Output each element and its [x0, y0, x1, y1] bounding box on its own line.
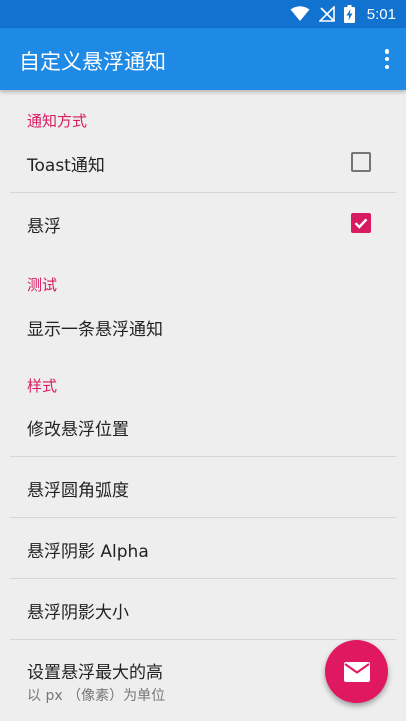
status-bar: 5:01: [0, 0, 406, 28]
section-header-style: 样式: [27, 377, 58, 395]
pref-label: 悬浮阴影 Alpha: [27, 542, 149, 562]
pref-label: 显示一条悬浮通知: [27, 320, 163, 340]
pref-label: 悬浮: [27, 217, 61, 237]
preference-list: 通知方式 Toast通知 悬浮 测试 显示一条悬浮通知 样式 修改悬浮位置 悬浮…: [0, 90, 406, 721]
pref-label: 悬浮圆角弧度: [27, 481, 129, 501]
pref-float-position[interactable]: 修改悬浮位置: [0, 398, 406, 456]
more-vert-icon[interactable]: [384, 49, 390, 69]
email-icon: [343, 661, 370, 682]
section-header-notify-mode: 通知方式: [27, 112, 88, 130]
pref-label: 设置悬浮最大的高: [27, 663, 163, 683]
status-icons: 5:01: [290, 3, 396, 25]
app-title: 自定义悬浮通知: [19, 50, 166, 74]
wifi-icon: [290, 6, 310, 21]
pref-corner-radius[interactable]: 悬浮圆角弧度: [0, 457, 406, 517]
battery-charging-icon: [343, 5, 355, 23]
pref-toast-notification[interactable]: Toast通知: [0, 134, 406, 192]
status-time: 5:01: [366, 5, 396, 23]
pref-label: Toast通知: [27, 156, 105, 176]
section-header-test: 测试: [27, 276, 58, 294]
toast-checkbox[interactable]: [351, 152, 371, 172]
pref-show-notification[interactable]: 显示一条悬浮通知: [0, 298, 406, 356]
pref-label: 悬浮阴影大小: [27, 603, 129, 623]
check-icon: [354, 218, 368, 229]
app-bar: 自定义悬浮通知: [0, 28, 406, 90]
pref-summary: 以 px （像素）为单位: [27, 688, 166, 704]
float-checkbox[interactable]: [351, 213, 371, 233]
no-signal-icon: [318, 6, 335, 22]
email-fab-button[interactable]: [325, 640, 388, 703]
pref-shadow-alpha[interactable]: 悬浮阴影 Alpha: [0, 518, 406, 578]
pref-float-notification[interactable]: 悬浮: [0, 193, 406, 255]
pref-shadow-size[interactable]: 悬浮阴影大小: [0, 579, 406, 639]
pref-label: 修改悬浮位置: [27, 420, 129, 440]
